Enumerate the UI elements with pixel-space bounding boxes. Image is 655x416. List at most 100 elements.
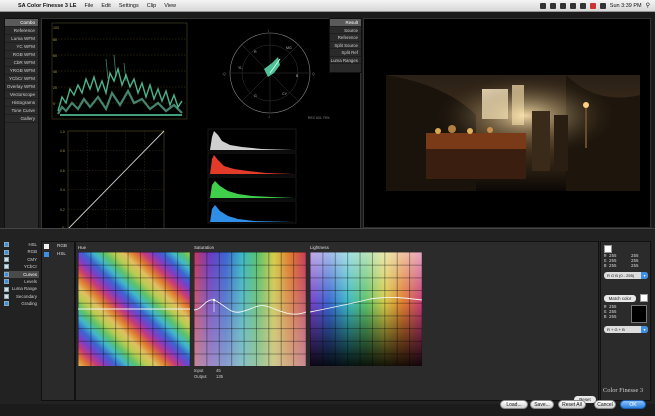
scope-mode-combo[interactable]: Combo: [5, 19, 38, 27]
app-menu[interactable]: SA Color Finesse 3 LE: [14, 3, 80, 9]
hue-title: Hue: [78, 245, 87, 250]
scope-mode-list: Combo Reference Luma WFM YC WFM RGB WFM …: [4, 18, 39, 236]
tool-row-levels[interactable]: Levels: [4, 278, 39, 285]
viewer-mode-split-source[interactable]: Split Source: [330, 42, 361, 49]
save-button[interactable]: Save...: [530, 400, 554, 409]
checkbox-icon[interactable]: [4, 271, 9, 277]
lightness-curve-editor[interactable]: [310, 252, 422, 366]
checkbox-icon[interactable]: [4, 286, 9, 292]
waveform-label-100: 100: [53, 26, 59, 30]
ok-button[interactable]: OK: [620, 400, 646, 409]
viewer-mode-reference[interactable]: Reference: [330, 34, 361, 42]
scope-mode-overlay-wfm[interactable]: Overlay WFM: [5, 83, 38, 91]
tool-row-rgb[interactable]: RGB: [4, 248, 39, 255]
tool-list: HSL RGB CMY YCbCr Curves Levels Luma Ran…: [4, 241, 39, 321]
load-button[interactable]: Load...: [500, 400, 528, 409]
tool-row-hsl[interactable]: HSL: [4, 241, 39, 248]
spotlight-icon[interactable]: ⚲: [646, 2, 650, 9]
value-mode-select[interactable]: R G B (0 - 255) ▾: [604, 272, 648, 279]
checkbox-icon[interactable]: [4, 242, 9, 248]
match-channel-select[interactable]: R + G + B ▾: [604, 326, 648, 333]
checkbox-icon[interactable]: [44, 251, 49, 257]
scope-mode-ycbcr-wfm[interactable]: YCbCr WFM: [5, 75, 38, 83]
info-value-output: 135: [216, 374, 223, 379]
match-color-swatch[interactable]: [631, 305, 647, 323]
menu-edit[interactable]: Edit: [97, 3, 114, 9]
checkbox-icon[interactable]: [4, 256, 9, 262]
tool-row-curves[interactable]: Curves: [4, 270, 39, 278]
tool-row-cmy[interactable]: CMY: [4, 256, 39, 263]
correction-area: HSL RGB CMY YCbCr Curves Levels Luma Ran…: [0, 228, 655, 404]
headphones-icon[interactable]: [539, 2, 546, 9]
waveform-label-0: 0: [53, 102, 55, 106]
color-picker-panel: R 255 G 255 B 255 255 255 255 R G B (0 -…: [600, 241, 651, 401]
scopes-graphics: 100 80 60 40 20 0 R YL G CY B MG I -I Q …: [51, 22, 330, 230]
checkbox-icon[interactable]: [4, 301, 9, 307]
hue-curve-line: [78, 308, 190, 310]
viewer-mode-source[interactable]: Source: [330, 27, 361, 34]
curve-label-0-8: 0.8: [60, 149, 65, 153]
curve-label-0-4: 0.4: [60, 188, 65, 192]
saturation-curve-line: [194, 298, 306, 315]
menu-view[interactable]: View: [160, 3, 180, 9]
product-logo: Color Finesse 3: [603, 387, 644, 394]
match-color-button[interactable]: Match color: [604, 295, 636, 302]
checkbox-icon[interactable]: [44, 243, 49, 249]
histograms: [207, 128, 297, 224]
waveform-label-80: 80: [53, 38, 57, 42]
bluetooth-icon[interactable]: [549, 2, 556, 9]
scope-mode-reference[interactable]: Reference: [5, 27, 38, 35]
vector-label-b: B: [296, 74, 299, 78]
color-space-hsl[interactable]: HSL: [42, 250, 74, 258]
video-frame-image: [386, 75, 640, 191]
curves-panel: Hue Saturation Lightness Input Output 45…: [75, 241, 599, 403]
scope-mode-gallery[interactable]: Gallery: [5, 115, 38, 123]
eyedropper-icon[interactable]: [640, 294, 648, 302]
vector-label-g: G: [254, 94, 257, 98]
checkbox-icon[interactable]: [4, 264, 9, 270]
checkbox-icon[interactable]: [4, 293, 9, 299]
hue-curve-editor[interactable]: [78, 252, 190, 366]
scope-mode-vectorscope[interactable]: Vectorscope: [5, 91, 38, 99]
color-space-rgb[interactable]: RGB: [42, 242, 74, 250]
eyedropper-icon[interactable]: [604, 245, 612, 253]
chevron-down-icon: ▾: [641, 326, 648, 333]
checkbox-icon[interactable]: [4, 249, 9, 255]
menu-clock[interactable]: Sun 3:39 PM: [610, 3, 642, 9]
scope-mode-histograms[interactable]: Histograms: [5, 99, 38, 107]
vector-label-yl: YL: [238, 66, 242, 70]
checkbox-icon[interactable]: [4, 279, 9, 285]
scope-mode-yc-wfm[interactable]: YC WFM: [5, 43, 38, 51]
menu-clip[interactable]: Clip: [143, 3, 160, 9]
viewer-mode-result[interactable]: Result: [330, 19, 361, 27]
menu-file[interactable]: File: [80, 3, 97, 9]
viewer-mode-luma-ranges[interactable]: Luma Ranges: [330, 57, 361, 64]
viewer-mode-split-ref[interactable]: Split Ref: [330, 49, 361, 57]
info-label-output: Output: [194, 374, 207, 379]
vector-label-i: I: [268, 29, 269, 33]
wifi-icon[interactable]: [579, 2, 586, 9]
saturation-curve-editor[interactable]: [194, 252, 306, 366]
menu-settings[interactable]: Settings: [115, 3, 143, 9]
curve-label-0-2: 0.2: [60, 208, 65, 212]
waveform-label-60: 60: [53, 54, 57, 58]
scope-mode-cbr-wfm[interactable]: CbR WFM: [5, 59, 38, 67]
tool-row-ycbcr[interactable]: YCbCr: [4, 263, 39, 270]
scope-mode-yrgb-wfm[interactable]: YRGB WFM: [5, 67, 38, 75]
timemachine-icon[interactable]: [559, 2, 566, 9]
video-frame[interactable]: [386, 75, 640, 191]
image-viewer: ⏮ ◀ ■ ▶ ▶ ⏭ ↻ 00:00:00:00 ⌕ □ ⤢: [363, 18, 652, 235]
tool-row-grading[interactable]: Grading: [4, 300, 39, 307]
scope-mode-tone-curve[interactable]: Tone Curve: [5, 107, 38, 115]
flag-icon[interactable]: [589, 2, 596, 9]
tool-row-secondary[interactable]: Secondary: [4, 293, 39, 300]
cancel-button[interactable]: Cancel: [594, 400, 616, 409]
display-icon[interactable]: [569, 2, 576, 9]
curve-label-1-0: 1.0: [60, 130, 65, 134]
lightness-curve-line: [310, 297, 422, 313]
reset-all-button[interactable]: Reset All: [558, 400, 586, 409]
tool-row-luma-range[interactable]: Luma Range: [4, 285, 39, 292]
scope-mode-luma-wfm[interactable]: Luma WFM: [5, 35, 38, 43]
scope-mode-rgb-wfm[interactable]: RGB WFM: [5, 51, 38, 59]
volume-icon[interactable]: [599, 2, 606, 9]
